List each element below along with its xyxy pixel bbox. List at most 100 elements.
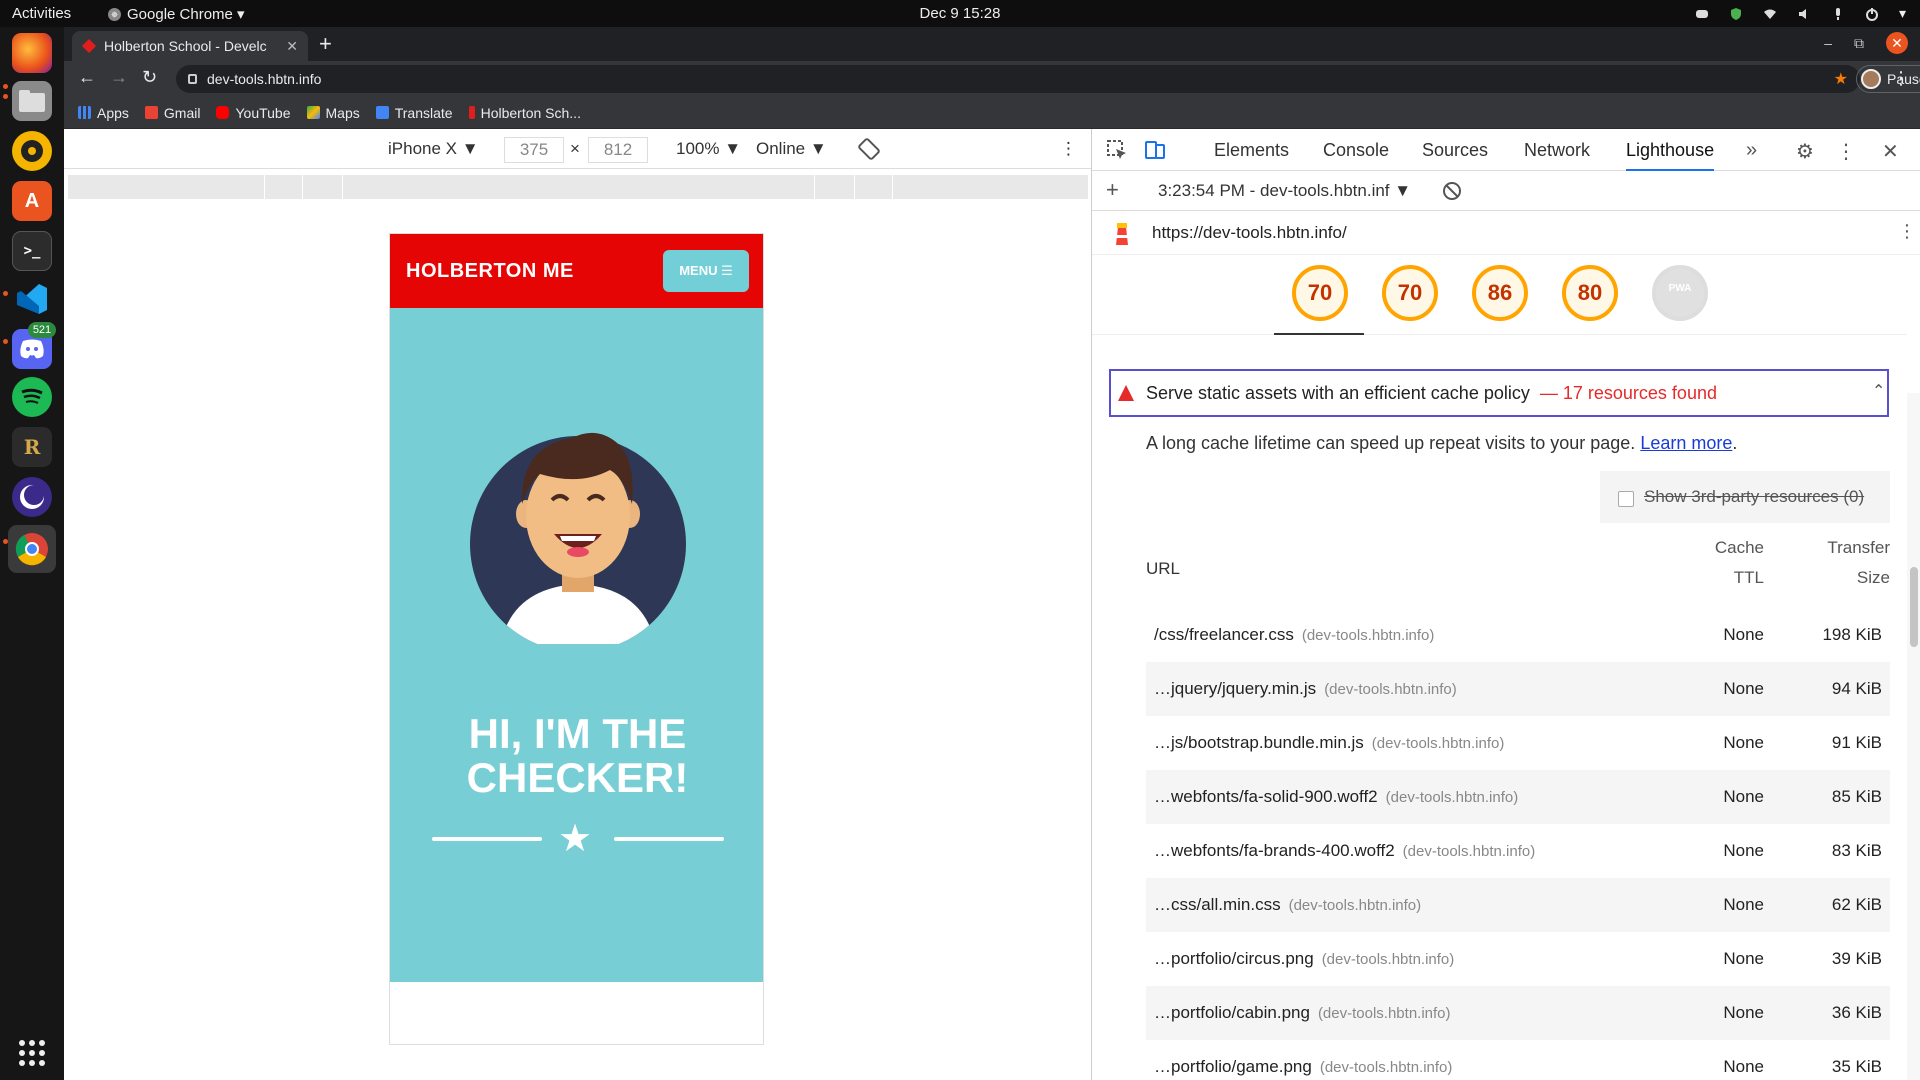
audit-description-text: A long cache lifetime can speed up repea… [1146,433,1636,453]
bookmark-apps[interactable]: Apps [78,105,129,121]
table-row[interactable]: …webfonts/fa-solid-900.woff2 (dev-tools.h… [1146,770,1890,824]
apps-grid-icon [78,106,91,119]
vscode-icon[interactable] [12,279,52,319]
hero-title: HI, I'M THE CHECKER! [390,710,763,800]
legends-of-runeterra-icon[interactable]: R [12,427,52,467]
bookmark-youtube[interactable]: YouTube [216,105,291,121]
table-row[interactable]: …portfolio/cabin.png (dev-tools.hbtn.info… [1146,986,1890,1040]
width-input[interactable]: 375 [504,137,564,163]
cache-ttl: None [1723,625,1764,644]
bookmark-holberton[interactable]: Holberton Sch... [468,105,581,121]
volume-icon[interactable] [1797,7,1811,21]
address-bar[interactable]: dev-tools.hbtn.info ★ [176,65,1860,93]
learn-more-link[interactable]: Learn more [1640,433,1732,453]
power-icon[interactable] [1865,7,1879,21]
table-row[interactable]: …css/all.min.css (dev-tools.hbtn.info) Non… [1146,878,1890,932]
resource-url[interactable]: …portfolio/game.png [1154,1057,1312,1076]
firefox-icon[interactable] [12,33,52,73]
forward-arrow-icon[interactable]: → [110,67,128,88]
third-party-label: Show 3rd-party resources (0) [1644,487,1865,506]
cache-ttl: None [1723,787,1764,806]
column-header-transfer-size: Transfer Size [1782,533,1890,593]
hero-title-line: HI, I'M THE [468,710,687,757]
site-menu-button[interactable]: MENU ☰ [663,250,749,292]
chevron-down-icon[interactable]: ▾ [1899,5,1906,22]
bookmark-maps[interactable]: Maps [306,105,360,121]
audit-title-text: Serve static assets with an efficient ca… [1146,383,1530,403]
terminal-icon[interactable]: >_ [12,231,52,271]
files-icon[interactable] [12,81,52,121]
audit-details: Serve static assets with an efficient ca… [1092,129,1907,1080]
bookmark-label: Translate [394,104,453,121]
device-toolbar-menu-icon[interactable]: ⋮ [1060,139,1077,159]
system-tray[interactable]: ▾ [1695,5,1906,22]
resource-url[interactable]: …webfonts/fa-brands-400.woff2 [1154,841,1395,860]
resource-url[interactable]: /css/freelancer.css [1154,625,1294,644]
chrome-icon[interactable] [8,525,56,573]
close-tab-icon[interactable]: ✕ [286,38,298,55]
browser-menu-icon[interactable]: ⋮ [1892,68,1910,89]
back-arrow-icon[interactable]: ← [78,67,96,88]
table-row[interactable]: …portfolio/game.png (dev-tools.hbtn.info)… [1146,1040,1890,1080]
height-input[interactable]: 812 [588,137,648,163]
rhythmbox-icon[interactable] [12,131,52,171]
tab-title: Holberton School - Develc [104,38,267,54]
site-hero: HI, I'M THE CHECKER! ★ [390,308,763,982]
eclipse-icon[interactable] [12,477,52,517]
running-indicator [3,339,8,344]
scrollbar-thumb[interactable] [1910,567,1918,647]
table-row[interactable]: /css/freelancer.css (dev-tools.hbtn.info)… [1146,608,1890,662]
show-applications-icon[interactable] [19,1040,45,1066]
resource-host: (dev-tools.hbtn.info) [1385,789,1519,806]
close-window-icon[interactable]: ✕ [1886,32,1908,54]
hero-divider: ★ [432,818,724,860]
resource-url[interactable]: …portfolio/circus.png [1154,949,1314,968]
cache-ttl: None [1723,679,1764,698]
resource-url[interactable]: …jquery/jquery.min.js [1154,679,1316,698]
bookmark-translate[interactable]: Translate [375,104,453,121]
cache-ttl: None [1723,733,1764,752]
resource-url[interactable]: …css/all.min.css [1154,895,1281,914]
zoom-select[interactable]: 100% ▼ [676,139,741,159]
table-row[interactable]: …jquery/jquery.min.js (dev-tools.hbtn.inf… [1146,662,1890,716]
new-tab-button[interactable]: + [319,31,332,57]
software-center-icon[interactable]: A [12,181,52,221]
clock[interactable]: Dec 9 15:28 [0,5,1920,22]
reload-icon[interactable]: ↻ [142,67,157,88]
transfer-size: 35 KiB [1831,1057,1882,1076]
device-toolbar: iPhone X ▼ 375 × 812 100% ▼ Online ▼ ⋮ [64,129,1091,169]
third-party-filter[interactable]: Show 3rd-party resources (0) [1600,471,1890,523]
rotate-icon[interactable] [858,137,880,161]
site-brand[interactable]: HOLBERTON ME [406,260,574,283]
wifi-icon[interactable] [1763,7,1777,21]
resource-url[interactable]: …webfonts/fa-solid-900.woff2 [1154,787,1378,806]
spotify-icon[interactable] [12,377,52,417]
profile-button[interactable]: Paused [1856,65,1920,93]
tab-holberton[interactable]: Holberton School - Develc ✕ [72,31,308,61]
discord-tray-icon[interactable] [1695,7,1709,21]
transfer-size: 62 KiB [1831,895,1882,914]
devtools-scrollbar[interactable] [1907,393,1920,1080]
collapse-chevron-icon[interactable]: ⌃ [1872,381,1885,401]
table-row[interactable]: …webfonts/fa-brands-400.woff2 (dev-tools.… [1146,824,1890,878]
running-indicator [3,94,8,99]
transfer-size: 91 KiB [1831,733,1882,752]
table-row[interactable]: …portfolio/circus.png (dev-tools.hbtn.inf… [1146,932,1890,986]
resource-url[interactable]: …portfolio/cabin.png [1154,1003,1310,1022]
third-party-checkbox[interactable] [1618,491,1634,507]
restore-icon[interactable]: ⧉ [1854,35,1864,52]
minimize-icon[interactable]: – [1824,35,1832,51]
media-query-bar[interactable] [68,175,1088,199]
device-select[interactable]: iPhone X ▼ [388,139,479,159]
bookmark-star-icon[interactable]: ★ [1834,69,1848,89]
lock-icon[interactable] [188,74,197,84]
microphone-icon[interactable] [1831,7,1845,21]
table-row[interactable]: …js/bootstrap.bundle.min.js (dev-tools.hb… [1146,716,1890,770]
network-value: Online [756,139,806,158]
column-header-line: Size [1856,568,1890,587]
column-header-cache-ttl: Cache TTL [1704,533,1764,593]
resource-url[interactable]: …js/bootstrap.bundle.min.js [1154,733,1364,752]
bookmark-gmail[interactable]: Gmail [144,105,200,121]
shield-tray-icon[interactable] [1729,7,1743,21]
throttling-select[interactable]: Online ▼ [756,139,827,159]
